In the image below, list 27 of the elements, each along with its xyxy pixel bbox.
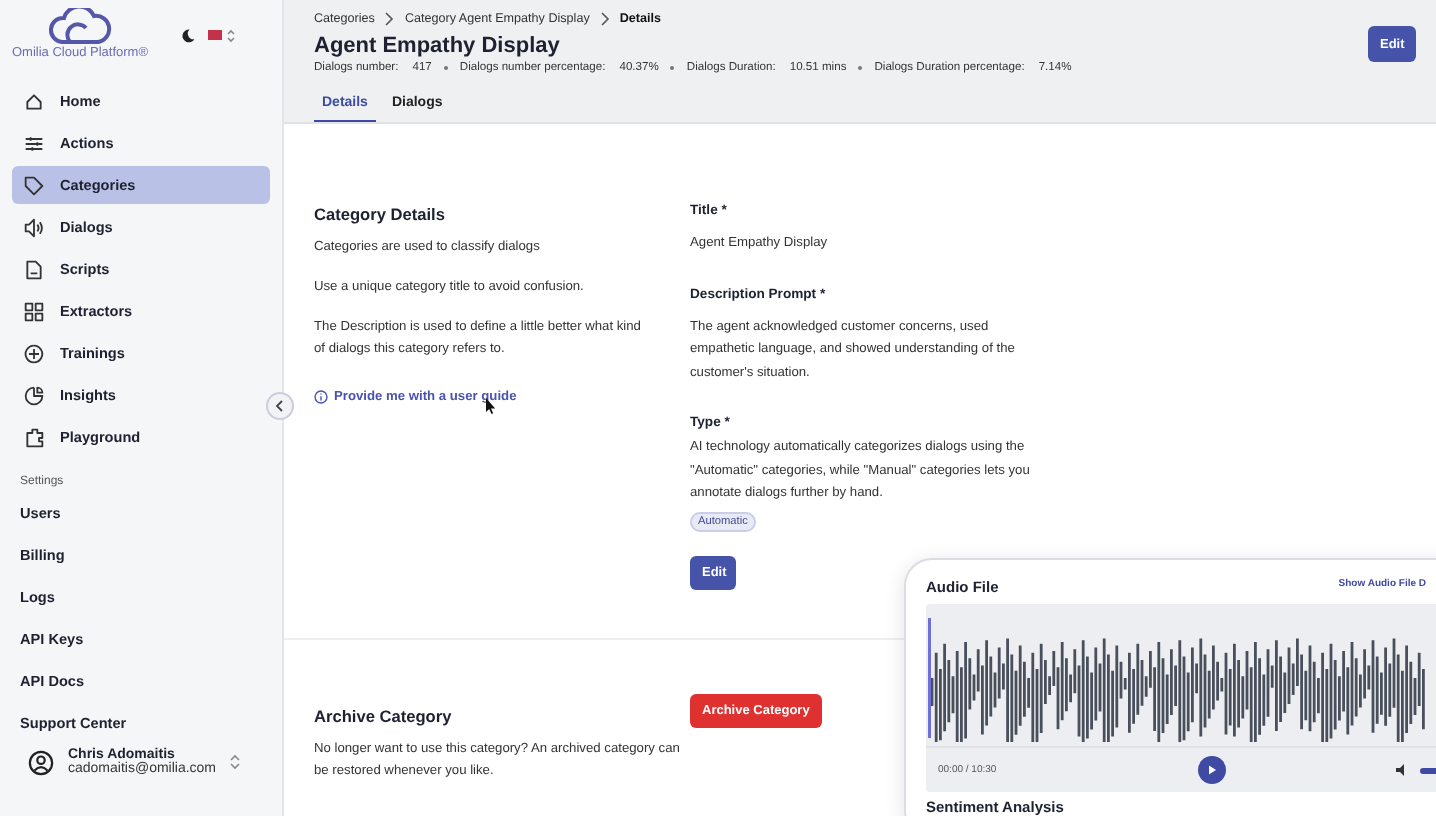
separator-dot	[670, 66, 675, 70]
separator-dot	[443, 66, 448, 70]
nav-icon	[24, 133, 44, 153]
nav-icon	[24, 343, 44, 363]
page-title: Agent Empathy Display	[314, 34, 560, 58]
nav-icon	[24, 175, 44, 195]
chevron-right-icon	[599, 12, 610, 26]
nav-icon	[24, 301, 44, 321]
chevron-updown-icon[interactable]	[230, 754, 241, 770]
play-icon	[1206, 764, 1219, 776]
play-button[interactable]	[1198, 756, 1227, 784]
separator-dot	[858, 66, 863, 70]
chevron-left-icon	[274, 400, 286, 412]
flag-icon[interactable]	[208, 28, 237, 44]
nav-icon	[24, 427, 44, 447]
nav-icon	[24, 217, 44, 237]
section-heading: Category Details	[314, 204, 447, 224]
nav-icon	[24, 259, 44, 279]
collapse-button[interactable]	[266, 392, 294, 420]
chevron-right-icon	[384, 12, 395, 26]
nav-icon	[24, 91, 44, 111]
section-heading: Archive Category	[314, 706, 454, 726]
user-avatar-icon	[28, 749, 54, 775]
info-icon	[314, 390, 328, 404]
moon-icon[interactable]	[180, 28, 197, 44]
nav-icon	[24, 385, 44, 405]
cloud-logo-icon	[46, 8, 114, 44]
